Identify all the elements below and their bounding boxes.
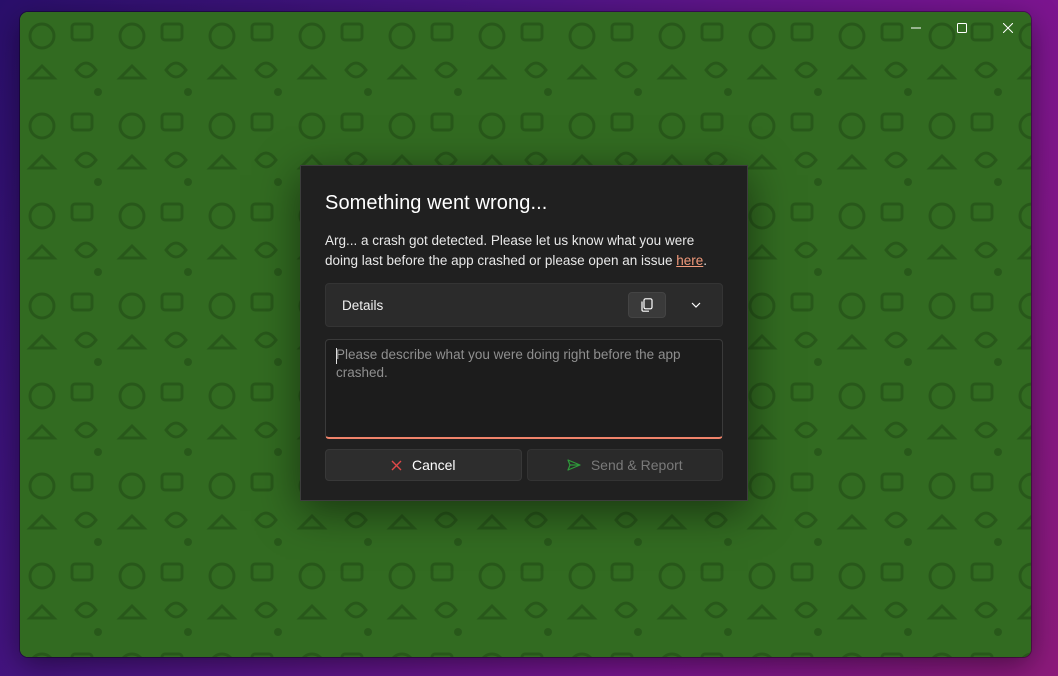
message-text: Arg... a crash got detected. Please let … [325,233,695,268]
copy-button[interactable] [628,292,666,318]
send-icon [567,459,581,471]
minimize-icon [911,27,921,29]
crash-dialog: Something went wrong... Arg... a crash g… [300,165,748,501]
text-caret [336,348,337,364]
expand-button[interactable] [684,293,708,317]
description-placeholder: Please describe what you were doing righ… [336,347,681,380]
maximize-button[interactable] [939,12,985,44]
message-end: . [703,253,708,268]
dialog-buttons: Cancel Send & Report [325,449,723,481]
send-report-label: Send & Report [590,457,683,473]
close-icon [391,460,402,470]
cancel-button[interactable]: Cancel [325,449,522,481]
description-input[interactable]: Please describe what you were doing righ… [325,339,723,439]
copy-icon [641,298,653,312]
details-label: Details [342,297,384,313]
maximize-icon [957,23,967,33]
app-window: Something went wrong... Arg... a crash g… [20,12,1031,657]
chevron-down-icon [691,302,701,308]
issue-link[interactable]: here [676,253,703,268]
cancel-label: Cancel [411,457,456,473]
close-window-button[interactable] [985,12,1031,44]
caption-buttons [893,12,1031,44]
minimize-button[interactable] [893,12,939,44]
send-report-button[interactable]: Send & Report [526,449,723,481]
close-icon [1003,23,1013,33]
details-expander[interactable]: Details [325,283,723,327]
dialog-title: Something went wrong... [325,192,548,214]
dialog-message: Arg... a crash got detected. Please let … [325,231,725,271]
